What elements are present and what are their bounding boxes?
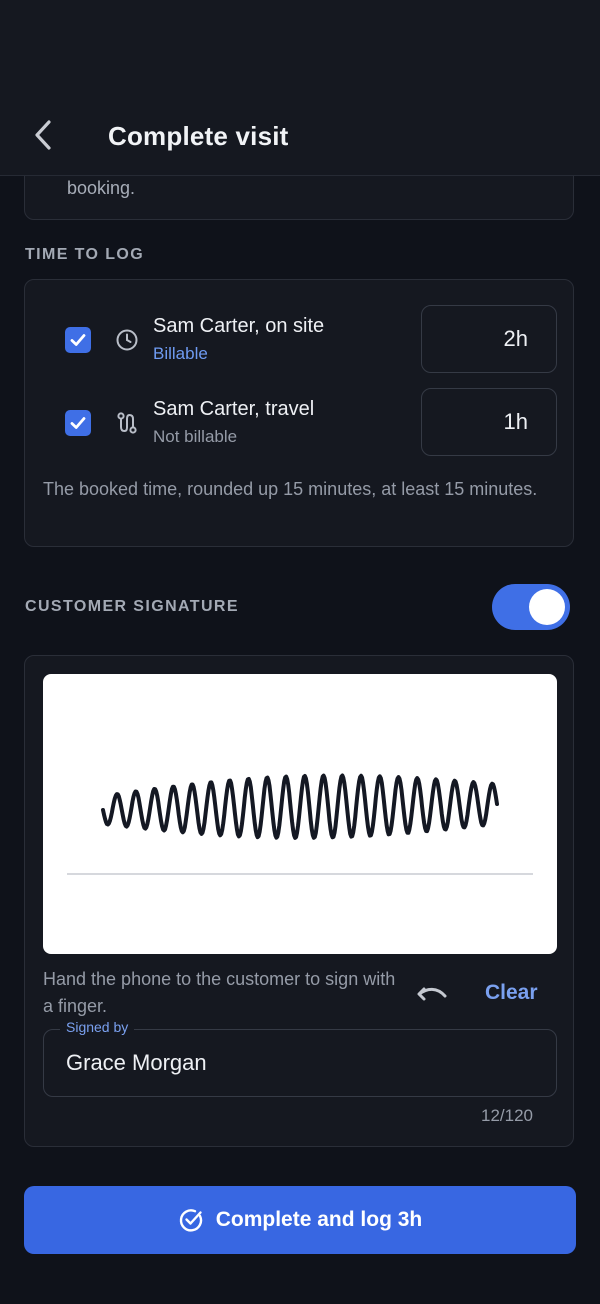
app-header: Complete visit [0,0,600,176]
signed-by-value: Grace Morgan [66,1050,207,1075]
signed-by-label: Signed by [60,1019,135,1035]
signature-stroke [101,773,499,840]
complete-and-log-button[interactable]: Complete and log 3h [24,1186,576,1254]
chevron-left-icon [35,120,51,150]
character-counter: 12/120 [481,1106,533,1125]
clear-signature-button[interactable]: Clear [485,981,538,1005]
complete-button-label: Complete and log 3h [215,1208,423,1231]
time-entry-billing: Not billable [153,427,238,446]
signature-card: Hand the phone to the customer to sign w… [24,655,574,1147]
checkmark-icon [70,417,86,429]
time-to-log-card: Sam Carter, on site Billable 2h Sam Cart… [24,279,574,547]
back-button[interactable] [28,118,58,152]
signed-by-field[interactable]: Signed by Grace Morgan [43,1019,557,1097]
time-entry-row-travel: Sam Carter, travel Not billable 1h [25,388,575,458]
toggle-knob [529,589,565,625]
time-entry-row-on-site: Sam Carter, on site Billable 2h [25,305,575,375]
travel-checkbox[interactable] [65,410,91,436]
time-entry-name: Sam Carter, on site [153,315,325,337]
signature-drawing [67,773,533,875]
route-icon [117,412,137,434]
on-site-checkbox[interactable] [65,327,91,353]
signature-pad[interactable] [43,674,557,954]
signature-hint: Hand the phone to the customer to sign w… [43,969,396,1016]
clock-icon [116,329,138,351]
travel-hours-input[interactable]: 1h [421,388,557,456]
check-circle-icon [179,1209,202,1232]
on-site-hours-input[interactable]: 2h [421,305,557,373]
signature-toggle[interactable] [492,584,570,630]
visit-notes-text: booking. [67,178,136,198]
page-title: Complete visit [108,121,289,151]
time-to-log-heading: TIME TO LOG [25,246,145,263]
customer-signature-heading: CUSTOMER SIGNATURE [25,598,239,615]
checkmark-icon [70,334,86,346]
time-entry-name: Sam Carter, travel [153,398,315,420]
time-entry-billing: Billable [153,344,208,363]
time-rounding-note: The booked time, rounded up 15 minutes, … [43,479,538,499]
undo-icon[interactable] [415,979,449,1009]
